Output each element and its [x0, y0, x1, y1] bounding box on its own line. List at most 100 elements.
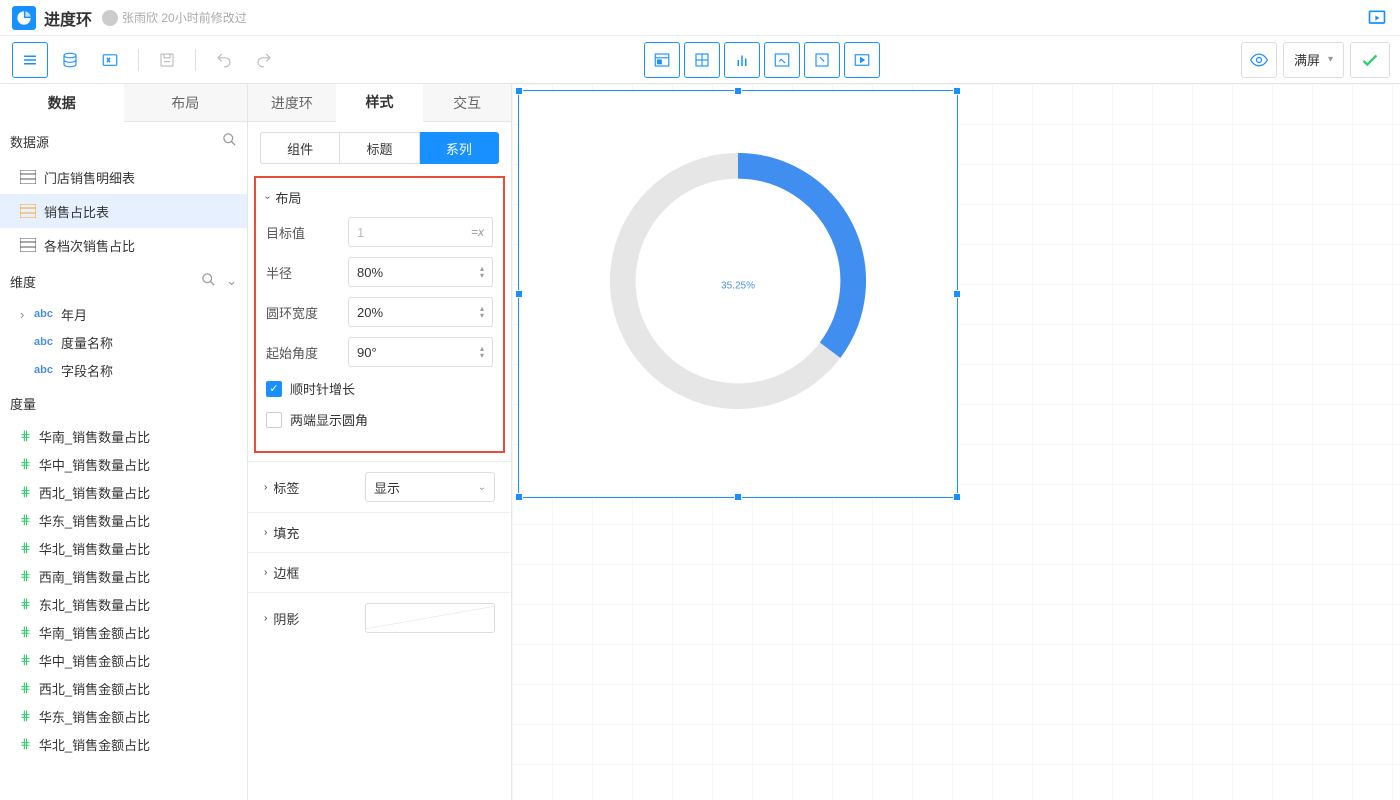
measure-item[interactable]: ⋕华东_销售金额占比: [0, 702, 247, 730]
datasource-item[interactable]: 各档次销售占比: [0, 228, 247, 262]
chevron-right-icon: ›: [264, 527, 267, 538]
type-number-icon: ⋕: [20, 569, 31, 584]
preview-icon[interactable]: [1241, 42, 1277, 78]
ring-width-input[interactable]: 20% ▴▾: [348, 297, 493, 327]
type-number-icon: ⋕: [20, 625, 31, 640]
measure-item[interactable]: ⋕西南_销售数量占比: [0, 562, 247, 590]
measure-item[interactable]: ⋕华南_销售数量占比: [0, 422, 247, 450]
target-value-label: 目标值: [266, 223, 348, 242]
tab-interaction[interactable]: 交互: [423, 84, 511, 121]
subtab-series[interactable]: 系列: [420, 132, 499, 164]
confirm-button[interactable]: [1350, 42, 1390, 78]
menu-icon[interactable]: [12, 42, 48, 78]
save-icon[interactable]: [149, 42, 185, 78]
measure-item[interactable]: ⋕西北_销售数量占比: [0, 478, 247, 506]
redo-icon[interactable]: [246, 42, 282, 78]
resize-handle[interactable]: [734, 87, 742, 95]
layout-group-toggle[interactable]: › 布局: [266, 188, 493, 207]
type-abc-icon: abc: [34, 336, 53, 348]
app-icon: [12, 6, 36, 30]
subtab-title[interactable]: 标题: [340, 132, 419, 164]
radius-label: 半径: [266, 263, 348, 282]
note-icon[interactable]: [804, 42, 840, 78]
tab-style[interactable]: 样式: [336, 84, 424, 122]
zoom-label: 满屏: [1294, 50, 1320, 69]
datasource-item[interactable]: 门店销售明细表: [0, 160, 247, 194]
measure-item[interactable]: ⋕华中_销售数量占比: [0, 450, 247, 478]
start-angle-input[interactable]: 90° ▴▾: [348, 337, 493, 367]
measure-item[interactable]: ⋕华南_销售金额占比: [0, 618, 247, 646]
page-title: 进度环: [44, 6, 92, 30]
chevron-right-icon: ›: [264, 613, 267, 624]
table-icon: [20, 204, 36, 218]
formula-icon[interactable]: =x: [471, 225, 484, 239]
text-variable-icon[interactable]: [92, 42, 128, 78]
edit-chart-icon[interactable]: [764, 42, 800, 78]
undo-icon[interactable]: [206, 42, 242, 78]
dimension-item[interactable]: abc字段名称: [0, 356, 247, 384]
resize-handle[interactable]: [953, 87, 961, 95]
dimension-item[interactable]: abc度量名称: [0, 328, 247, 356]
type-number-icon: ⋕: [20, 457, 31, 472]
radius-input[interactable]: 80% ▴▾: [348, 257, 493, 287]
measure-item[interactable]: ⋕华北_销售金额占比: [0, 730, 247, 758]
measure-item[interactable]: ⋕华东_销售数量占比: [0, 506, 247, 534]
type-number-icon: ⋕: [20, 485, 31, 500]
table-icon: [20, 170, 36, 184]
border-section-toggle[interactable]: › 边框: [264, 563, 495, 582]
resize-handle[interactable]: [515, 290, 523, 298]
resize-handle[interactable]: [734, 493, 742, 501]
search-icon[interactable]: [201, 272, 216, 290]
tab-component-type[interactable]: 进度环: [248, 84, 336, 121]
labels-section-toggle[interactable]: › 标签 显示 ⌄: [264, 472, 495, 502]
dimension-heading: 维度: [10, 272, 36, 291]
measure-item[interactable]: ⋕西北_销售金额占比: [0, 674, 247, 702]
round-caps-checkbox[interactable]: 两端显示圆角: [266, 410, 493, 429]
avatar: [102, 10, 118, 26]
clockwise-checkbox[interactable]: ✓ 顺时针增长: [266, 379, 493, 398]
database-icon[interactable]: [52, 42, 88, 78]
bar-chart-icon[interactable]: [724, 42, 760, 78]
grid-icon[interactable]: [684, 42, 720, 78]
datasource-heading: 数据源: [10, 132, 49, 151]
shadow-preview[interactable]: [365, 603, 495, 633]
measure-item[interactable]: ⋕华北_销售数量占比: [0, 534, 247, 562]
chart-widget[interactable]: 35.25%: [518, 90, 958, 498]
checkbox-checked-icon: ✓: [266, 381, 282, 397]
resize-handle[interactable]: [515, 87, 523, 95]
type-number-icon: ⋕: [20, 513, 31, 528]
label-visibility-select[interactable]: 显示 ⌄: [365, 472, 495, 502]
type-number-icon: ⋕: [20, 653, 31, 668]
chevron-down-icon[interactable]: ⌄: [226, 273, 237, 289]
type-abc-icon: abc: [34, 308, 53, 320]
resize-handle[interactable]: [515, 493, 523, 501]
shadow-section-toggle[interactable]: › 阴影: [264, 603, 495, 633]
zoom-select[interactable]: 满屏 ▾: [1283, 42, 1344, 78]
target-value-input[interactable]: 1 =x: [348, 217, 493, 247]
spinner-icon[interactable]: ▴▾: [480, 265, 484, 279]
expand-icon: ›: [20, 307, 34, 322]
type-number-icon: ⋕: [20, 681, 31, 696]
tab-data[interactable]: 数据: [0, 84, 124, 122]
chevron-right-icon: ›: [264, 567, 267, 578]
play-icon[interactable]: [1366, 7, 1388, 29]
spinner-icon[interactable]: ▴▾: [480, 345, 484, 359]
chevron-right-icon: ›: [264, 482, 267, 493]
spinner-icon[interactable]: ▴▾: [480, 305, 484, 319]
fill-section-toggle[interactable]: › 填充: [264, 523, 495, 542]
video-icon[interactable]: [844, 42, 880, 78]
measure-heading: 度量: [10, 394, 36, 413]
type-number-icon: ⋕: [20, 541, 31, 556]
tab-layout[interactable]: 布局: [124, 84, 248, 122]
dimension-item[interactable]: ›abc年月: [0, 300, 247, 328]
resize-handle[interactable]: [953, 290, 961, 298]
measure-item[interactable]: ⋕东北_销售数量占比: [0, 590, 247, 618]
chart-card-icon[interactable]: [644, 42, 680, 78]
datasource-item[interactable]: 销售占比表: [0, 194, 247, 228]
canvas[interactable]: 35.25%: [512, 84, 1400, 800]
chevron-down-icon: ⌄: [478, 482, 486, 493]
subtab-widget[interactable]: 组件: [260, 132, 340, 164]
resize-handle[interactable]: [953, 493, 961, 501]
measure-item[interactable]: ⋕华中_销售金额占比: [0, 646, 247, 674]
search-icon[interactable]: [222, 132, 237, 150]
